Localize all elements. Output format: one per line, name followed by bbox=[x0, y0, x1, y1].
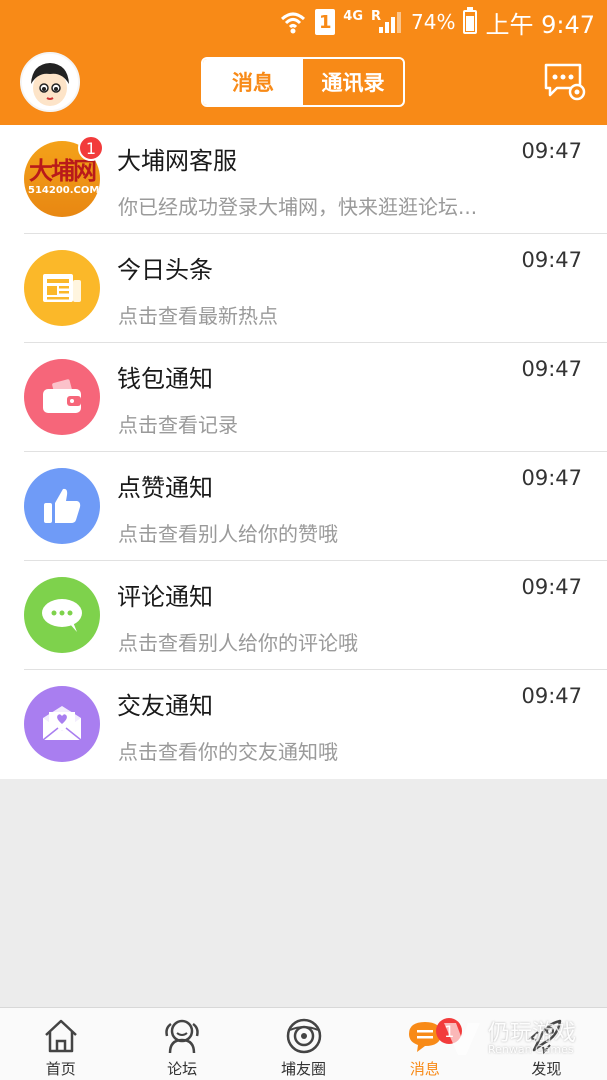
message-preview: 点击查看最新热点 bbox=[118, 304, 278, 328]
tab-messages[interactable]: 消息 bbox=[203, 59, 303, 105]
wifi-icon bbox=[279, 8, 307, 36]
message-preview: 点击查看记录 bbox=[118, 413, 238, 437]
app-header: 1 4G R 74% 上午 9:47 消息 通讯录 bbox=[0, 0, 607, 125]
tabbar-item-home[interactable]: 首页 bbox=[0, 1008, 121, 1080]
tabbar-item-messages[interactable]: 1 消息 bbox=[364, 1008, 485, 1080]
tab-contacts[interactable]: 通讯录 bbox=[303, 59, 403, 105]
message-item-comments[interactable]: 评论通知 点击查看别人给你的评论哦 09:47 bbox=[0, 561, 607, 670]
network-type: 4G bbox=[343, 9, 363, 24]
tabbar-label: 消息 bbox=[409, 1060, 440, 1078]
message-preview: 你已经成功登录大埔网，快来逛逛论坛... bbox=[118, 195, 478, 219]
message-title: 钱包通知 bbox=[117, 365, 213, 393]
message-time: 09:47 bbox=[521, 466, 582, 490]
wallet-icon bbox=[24, 359, 100, 435]
message-title: 点赞通知 bbox=[117, 474, 213, 502]
battery-icon bbox=[463, 7, 478, 34]
message-item-headlines[interactable]: 今日头条 点击查看最新热点 09:47 bbox=[0, 234, 607, 343]
message-item-service[interactable]: 大埔网 514200.COM 1 大埔网客服 你已经成功登录大埔网，快来逛逛论坛… bbox=[0, 125, 607, 234]
signal-icon: R bbox=[371, 9, 403, 35]
message-preview: 点击查看别人给你的赞哦 bbox=[118, 522, 338, 546]
status-bar: 1 4G R 74% 上午 9:47 bbox=[279, 5, 595, 39]
moments-icon bbox=[286, 1018, 321, 1054]
message-title: 交友通知 bbox=[117, 692, 213, 720]
message-preview: 点击查看别人给你的评论哦 bbox=[118, 631, 358, 655]
tabbar-label: 首页 bbox=[45, 1060, 76, 1078]
home-icon bbox=[44, 1019, 77, 1053]
tabbar-label: 埔友圈 bbox=[281, 1060, 327, 1078]
tabbar-label: 论坛 bbox=[167, 1060, 198, 1078]
sim-icon: 1 bbox=[315, 9, 336, 35]
message-time: 09:47 bbox=[521, 575, 582, 599]
chat-settings-icon[interactable] bbox=[543, 62, 587, 102]
tabbar-item-discover[interactable]: 发现 bbox=[486, 1008, 607, 1080]
message-title: 今日头条 bbox=[117, 256, 213, 284]
message-item-wallet[interactable]: 钱包通知 点击查看记录 09:47 bbox=[0, 343, 607, 452]
message-time: 09:47 bbox=[521, 248, 582, 272]
header-tabs: 消息 通讯录 bbox=[201, 57, 405, 107]
message-item-likes[interactable]: 点赞通知 点击查看别人给你的赞哦 09:47 bbox=[0, 452, 607, 561]
message-preview: 点击查看你的交友通知哦 bbox=[118, 740, 338, 764]
clock: 上午 9:47 bbox=[485, 10, 595, 39]
bottom-tab-bar: 首页 论坛 埔友圈 1 消息 发现 bbox=[0, 1007, 607, 1080]
tabbar-label: 发现 bbox=[531, 1060, 562, 1078]
battery-percent: 74% bbox=[411, 10, 456, 34]
forum-icon bbox=[165, 1019, 199, 1054]
message-title: 大埔网客服 bbox=[117, 147, 237, 175]
tabbar-item-moments[interactable]: 埔友圈 bbox=[243, 1008, 364, 1080]
newspaper-icon bbox=[24, 250, 100, 326]
tabbar-unread-badge: 1 bbox=[436, 1018, 463, 1044]
love-letter-icon bbox=[24, 686, 100, 762]
message-time: 09:47 bbox=[521, 357, 582, 381]
unread-badge: 1 bbox=[78, 135, 104, 161]
thumbs-up-icon bbox=[24, 468, 100, 544]
tabbar-item-forum[interactable]: 论坛 bbox=[121, 1008, 242, 1080]
message-time: 09:47 bbox=[521, 139, 582, 163]
comment-icon bbox=[24, 577, 100, 653]
message-list: 大埔网 514200.COM 1 大埔网客服 你已经成功登录大埔网，快来逛逛论坛… bbox=[0, 125, 607, 779]
message-item-friends[interactable]: 交友通知 点击查看你的交友通知哦 09:47 bbox=[0, 670, 607, 779]
message-title: 评论通知 bbox=[117, 583, 213, 611]
battery-level bbox=[466, 16, 475, 31]
user-avatar[interactable] bbox=[20, 52, 80, 112]
logo-domain: 514200.COM bbox=[28, 185, 100, 196]
discover-icon bbox=[529, 1019, 562, 1055]
message-time: 09:47 bbox=[521, 684, 582, 708]
